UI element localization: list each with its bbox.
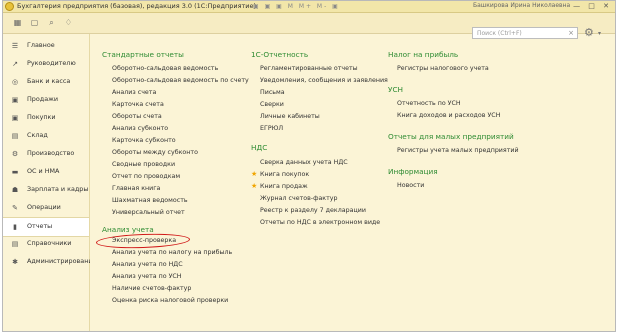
link-report[interactable]: Отчет по проводкам (112, 173, 180, 180)
settings-icon: ✱ (12, 258, 18, 266)
trend-icon: ↗ (12, 60, 18, 68)
book-icon: ▤ (11, 240, 19, 248)
link-report[interactable]: Карточка субконто (112, 137, 176, 144)
link-report[interactable]: Уведомления, сообщения и заявления (260, 77, 388, 84)
link-report[interactable]: Наличие счетов-фактур (112, 285, 191, 292)
gear-icon[interactable]: ⚙ (584, 26, 594, 39)
link-report[interactable]: Оборотно-сальдовая ведомость (112, 65, 218, 72)
link-report[interactable]: Отчеты по НДС в электронном виде (260, 219, 380, 226)
link-report[interactable]: Регламентированные отчеты (260, 65, 358, 72)
star-icon[interactable]: ★ (251, 170, 257, 178)
link-report[interactable]: Главная книга (112, 185, 160, 192)
production-icon: ⚙ (11, 150, 19, 158)
sidebar-item-operations[interactable]: ✎ Операции (3, 199, 89, 217)
section-title-info: Информация (388, 167, 438, 176)
link-report[interactable]: Анализ субконто (112, 125, 168, 132)
sidebar-item-bank[interactable]: ◎ Банк и касса (3, 73, 89, 91)
bar-chart-icon: ▮ (13, 223, 17, 231)
search-icon[interactable]: ⌕ (47, 18, 56, 27)
link-news[interactable]: Новости (397, 182, 424, 189)
window-controls[interactable]: — □ ✕ (573, 2, 612, 10)
link-report[interactable]: ЕГРЮЛ (260, 125, 283, 132)
bank-icon: ◎ (11, 78, 19, 86)
user-name[interactable]: Башкирова Ирина Николаевна (473, 2, 570, 9)
link-report[interactable]: Сводные проводки (112, 161, 175, 168)
section-title-usn: УСН (388, 85, 404, 94)
clear-icon[interactable]: × (568, 29, 574, 37)
sidebar-item-reports[interactable]: ▮ Отчеты (3, 217, 89, 237)
window-icon[interactable]: ▢ (30, 18, 39, 27)
link-report[interactable]: Личные кабинеты (260, 113, 320, 120)
titlebar-tools[interactable]: ▣ ▣ ▣ M M+ M- ▣ (253, 3, 340, 10)
warehouse-icon: ▤ (11, 132, 19, 140)
link-report[interactable]: Обороты между субконто (112, 149, 198, 156)
reports-panel: Поиск (Ctrl+F) × ⚙ ▾ Стандартные отчеты … (90, 26, 615, 331)
link-report[interactable]: Оценка риска налоговой проверки (112, 297, 228, 304)
link-report[interactable]: Журнал счетов-фактур (260, 195, 338, 202)
link-report[interactable]: Регистры налогового учета (397, 65, 489, 72)
link-report[interactable]: Реестр к разделу 7 декларации (260, 207, 366, 214)
window-title: Бухгалтерия предприятия (базовая), редак… (17, 2, 257, 10)
link-report[interactable]: Книга доходов и расходов УСН (397, 112, 500, 119)
sidebar-item-directories[interactable]: ▤ Справочники (3, 235, 89, 253)
truck-icon: ▬ (11, 168, 19, 176)
link-report[interactable]: Анализ счета (112, 89, 156, 96)
title-bar: Бухгалтерия предприятия (базовая), редак… (3, 1, 615, 13)
section-title-analysis: Анализ учета (102, 225, 154, 234)
sidebar-item-main[interactable]: ☰ Главное (3, 37, 89, 55)
link-report[interactable]: Оборотно-сальдовая ведомость по счету (112, 77, 249, 84)
sidebar-item-admin[interactable]: ✱ Администрирование (3, 253, 96, 271)
link-report[interactable]: Сверки (260, 101, 284, 108)
link-report[interactable]: Анализ учета по налогу на прибыль (112, 249, 232, 256)
link-report[interactable]: Книга покупок (260, 171, 309, 178)
link-report[interactable]: Сверка данных учета НДС (260, 159, 348, 166)
link-report[interactable]: Письма (260, 89, 285, 96)
app-window: Бухгалтерия предприятия (базовая), редак… (2, 0, 616, 332)
sidebar: ☰ Главное ↗ Руководителю ◎ Банк и касса ▣ Пр… (3, 34, 96, 331)
link-report[interactable]: Карточка счета (112, 101, 164, 108)
highlight-ellipse (95, 232, 191, 250)
section-title-small-business: Отчеты для малых предприятий (388, 132, 514, 141)
apps-grid-icon[interactable]: ▦ (13, 18, 22, 27)
sidebar-item-assets[interactable]: ▬ ОС и НМА (3, 163, 89, 181)
section-title-reporting: 1С-Отчетность (251, 50, 309, 59)
sales-icon: ▣ (11, 96, 19, 104)
link-report[interactable]: Регистры учета малых предприятий (397, 147, 519, 154)
chevron-down-icon[interactable]: ▾ (598, 30, 601, 37)
sidebar-item-salary[interactable]: ☗ Зарплата и кадры (3, 181, 89, 199)
link-report[interactable]: Отчетность по УСН (397, 100, 461, 107)
sidebar-item-manager[interactable]: ↗ Руководителю (3, 55, 89, 73)
link-report[interactable]: Универсальный отчет (112, 209, 185, 216)
section-title-standard: Стандартные отчеты (102, 50, 184, 59)
sidebar-item-production[interactable]: ⚙ Производство (3, 145, 89, 163)
link-report[interactable]: Шахматная ведомость (112, 197, 188, 204)
app-logo-icon (5, 2, 14, 11)
sidebar-item-purchases[interactable]: ▣ Покупки (3, 109, 89, 127)
menu-icon: ☰ (11, 42, 19, 50)
link-report[interactable]: Книга продаж (260, 183, 308, 190)
section-title-vat: НДС (251, 143, 268, 152)
star-icon[interactable]: ★ (251, 182, 257, 190)
section-title-profit: Налог на прибыль (388, 50, 459, 59)
operations-icon: ✎ (12, 204, 18, 212)
link-report[interactable]: Обороты счета (112, 113, 162, 120)
sidebar-item-warehouse[interactable]: ▤ Склад (3, 127, 89, 145)
bell-icon[interactable]: ♢ (64, 18, 73, 27)
cart-icon: ▣ (11, 114, 19, 122)
sidebar-item-sales[interactable]: ▣ Продажи (3, 91, 89, 109)
search-input[interactable]: Поиск (Ctrl+F) × (472, 27, 578, 39)
link-report[interactable]: Анализ учета по НДС (112, 261, 183, 268)
people-icon: ☗ (11, 186, 19, 194)
link-report[interactable]: Анализ учета по УСН (112, 273, 182, 280)
